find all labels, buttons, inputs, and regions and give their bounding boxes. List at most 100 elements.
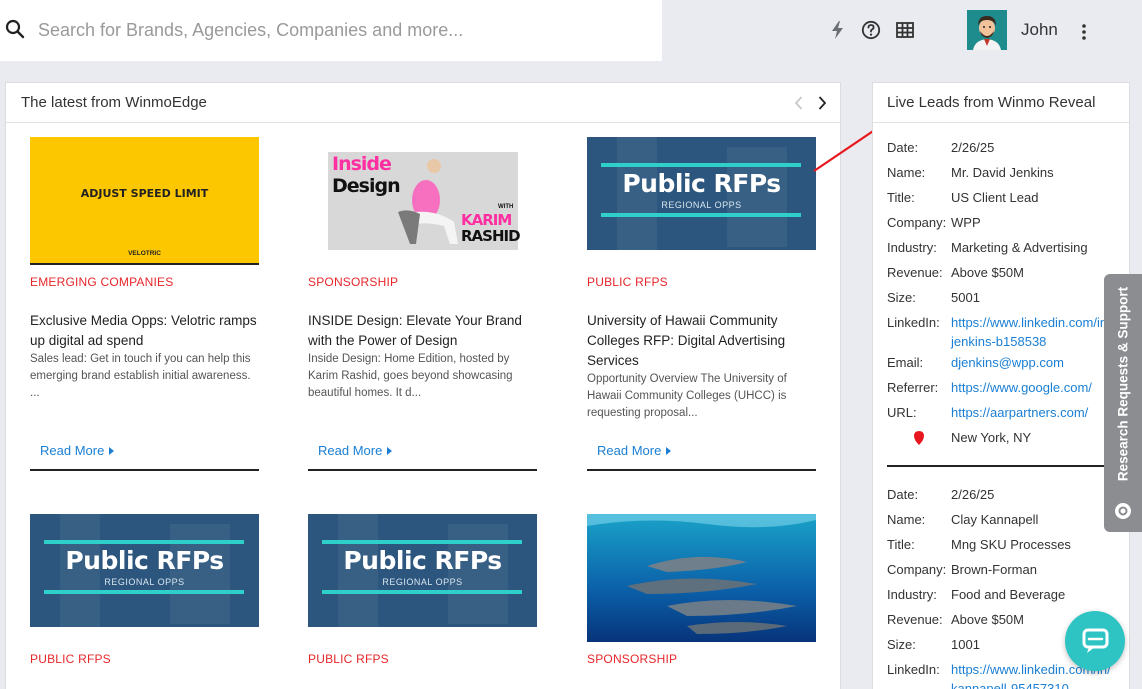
field-label: Date:	[887, 487, 919, 502]
field-label: Company:	[887, 562, 947, 577]
card-description: Opportunity Overview The University of H…	[587, 373, 787, 419]
thumb-headline: Public RFPs	[65, 546, 224, 575]
news-card: Public RFPs REGIONAL OPPS PUBLIC RFPS	[308, 514, 537, 666]
user-name[interactable]: John	[1021, 20, 1058, 40]
lead-date: 2/26/25	[951, 487, 995, 502]
chat-button[interactable]	[1065, 611, 1125, 671]
card-thumbnail[interactable]: Public RFPs REGIONAL OPPS	[308, 514, 537, 627]
top-bar: John	[0, 0, 1142, 61]
chat-icon	[1082, 628, 1109, 653]
card-thumbnail[interactable]	[587, 514, 816, 642]
card-divider	[587, 469, 816, 471]
thumb-headline: Public RFPs	[622, 169, 781, 198]
card-title[interactable]: INSIDE Design: Elevate Your Brand with t…	[308, 311, 537, 351]
lead-company: Brown-Forman	[951, 562, 1037, 577]
news-card: Inside Design WITH KARIM RASHID SPONSORS…	[308, 137, 537, 471]
field-label: LinkedIn:	[887, 315, 940, 330]
news-card: Public RFPs REGIONAL OPPS PUBLIC RFPS	[30, 514, 259, 666]
search-box	[0, 0, 662, 61]
thumb-brand: VELOTRIC	[128, 250, 161, 257]
field-label: Company:	[887, 215, 947, 230]
thumb-bar-bottom	[601, 213, 801, 217]
lead-company: WPP	[951, 215, 981, 230]
card-category[interactable]: PUBLIC RFPS	[30, 652, 111, 666]
thumb-bar-top	[44, 540, 244, 544]
search-icon[interactable]	[5, 19, 25, 39]
card-thumbnail[interactable]: ADJUST SPEED LIMIT VELOTRIC	[30, 137, 259, 265]
field-label: Date:	[887, 140, 919, 155]
thumb-subline: REGIONAL OPPS	[104, 577, 185, 587]
lead-revenue: Above $50M	[951, 612, 1024, 627]
dolphins-photo	[587, 514, 816, 642]
lead-linkedin-link-cont[interactable]: kannapell-95457310	[951, 681, 1069, 689]
thumb-headline: ADJUST SPEED LIMIT	[80, 187, 209, 200]
card-thumbnail[interactable]: Inside Design WITH KARIM RASHID	[308, 137, 537, 250]
card-thumbnail[interactable]: Public RFPs REGIONAL OPPS	[30, 514, 259, 627]
help-icon[interactable]	[861, 20, 881, 40]
field-label: Industry:	[887, 587, 937, 602]
thumb-word-inside: Inside	[332, 153, 392, 175]
lead-linkedin-link-cont[interactable]: jenkins-b158538	[951, 334, 1046, 349]
chevron-left-icon[interactable]	[793, 95, 805, 111]
lead-size: 1001	[951, 637, 980, 652]
chevron-right-icon[interactable]	[816, 95, 828, 111]
leads-title: Live Leads from Winmo Reveal	[887, 94, 1096, 111]
lead-size: 5001	[951, 290, 980, 305]
search-input[interactable]	[38, 14, 638, 46]
lead-name: Clay Kannapell	[951, 512, 1039, 527]
thumb-name-last: RASHID	[461, 227, 521, 245]
lead-location: New York, NY	[951, 430, 1032, 445]
grid-icon[interactable]	[895, 20, 915, 40]
field-label: Name:	[887, 165, 926, 180]
read-more-label: Read More	[40, 443, 105, 458]
field-label: Industry:	[887, 240, 937, 255]
read-more-link[interactable]: Read More	[597, 443, 672, 458]
thumb-word-design: Design	[332, 175, 401, 197]
card-title[interactable]: University of Hawaii Community Colleges …	[587, 311, 816, 371]
field-label: LinkedIn:	[887, 662, 940, 677]
thumb-bar-bottom	[322, 590, 522, 594]
lead-referrer-link[interactable]: https://www.google.com/	[951, 380, 1092, 395]
card-title[interactable]: Exclusive Media Opps: Velotric ramps up …	[30, 311, 259, 351]
card-category[interactable]: PUBLIC RFPS	[308, 652, 389, 666]
card-divider	[30, 469, 259, 471]
field-label: Size:	[887, 290, 916, 305]
field-label: URL:	[887, 405, 917, 420]
research-support-tab[interactable]: Research Requests & Support	[1104, 274, 1142, 532]
avatar-image	[967, 10, 1007, 50]
field-label: Size:	[887, 637, 916, 652]
lead-date: 2/26/25	[951, 140, 995, 155]
card-thumbnail[interactable]: Public RFPs REGIONAL OPPS	[587, 137, 816, 250]
leads-header: Live Leads from Winmo Reveal	[873, 83, 1129, 123]
read-more-link[interactable]: Read More	[40, 443, 115, 458]
thumb-subline: REGIONAL OPPS	[661, 200, 742, 210]
more-vertical-icon[interactable]	[1080, 22, 1088, 42]
avatar[interactable]	[967, 10, 1007, 50]
lead-url-link[interactable]: https://aarpartners.com/	[951, 405, 1088, 420]
thumb-bar-top	[322, 540, 522, 544]
field-label: Referrer:	[887, 380, 939, 395]
thumb-headline: Public RFPs	[343, 546, 502, 575]
thumb-word-with: WITH	[498, 204, 514, 210]
lead-job-title: Mng SKU Processes	[951, 537, 1071, 552]
read-more-link[interactable]: Read More	[318, 443, 393, 458]
lead-linkedin-link[interactable]: https://www.linkedin.com/in/	[951, 315, 1111, 330]
caret-right-icon	[666, 446, 672, 455]
field-label: Revenue:	[887, 265, 943, 280]
card-category[interactable]: SPONSORSHIP	[587, 652, 677, 666]
lead-industry: Marketing & Advertising	[951, 240, 1088, 255]
thumb-bar-top	[601, 163, 801, 167]
card-category[interactable]: SPONSORSHIP	[308, 275, 398, 289]
card-description: Sales lead: Get in touch if you can help…	[30, 353, 251, 399]
field-label: Title:	[887, 537, 915, 552]
lead-name: Mr. David Jenkins	[951, 165, 1054, 180]
news-card: ADJUST SPEED LIMIT VELOTRIC EMERGING COM…	[30, 137, 259, 471]
card-category[interactable]: PUBLIC RFPS	[587, 275, 668, 289]
bolt-icon[interactable]	[828, 20, 848, 40]
lead-email-link[interactable]: djenkins@wpp.com	[951, 355, 1064, 370]
read-more-label: Read More	[318, 443, 383, 458]
card-divider	[308, 469, 537, 471]
caret-right-icon	[387, 446, 393, 455]
support-tab-label: Research Requests & Support	[1115, 286, 1131, 482]
card-category[interactable]: EMERGING COMPANIES	[30, 275, 173, 289]
